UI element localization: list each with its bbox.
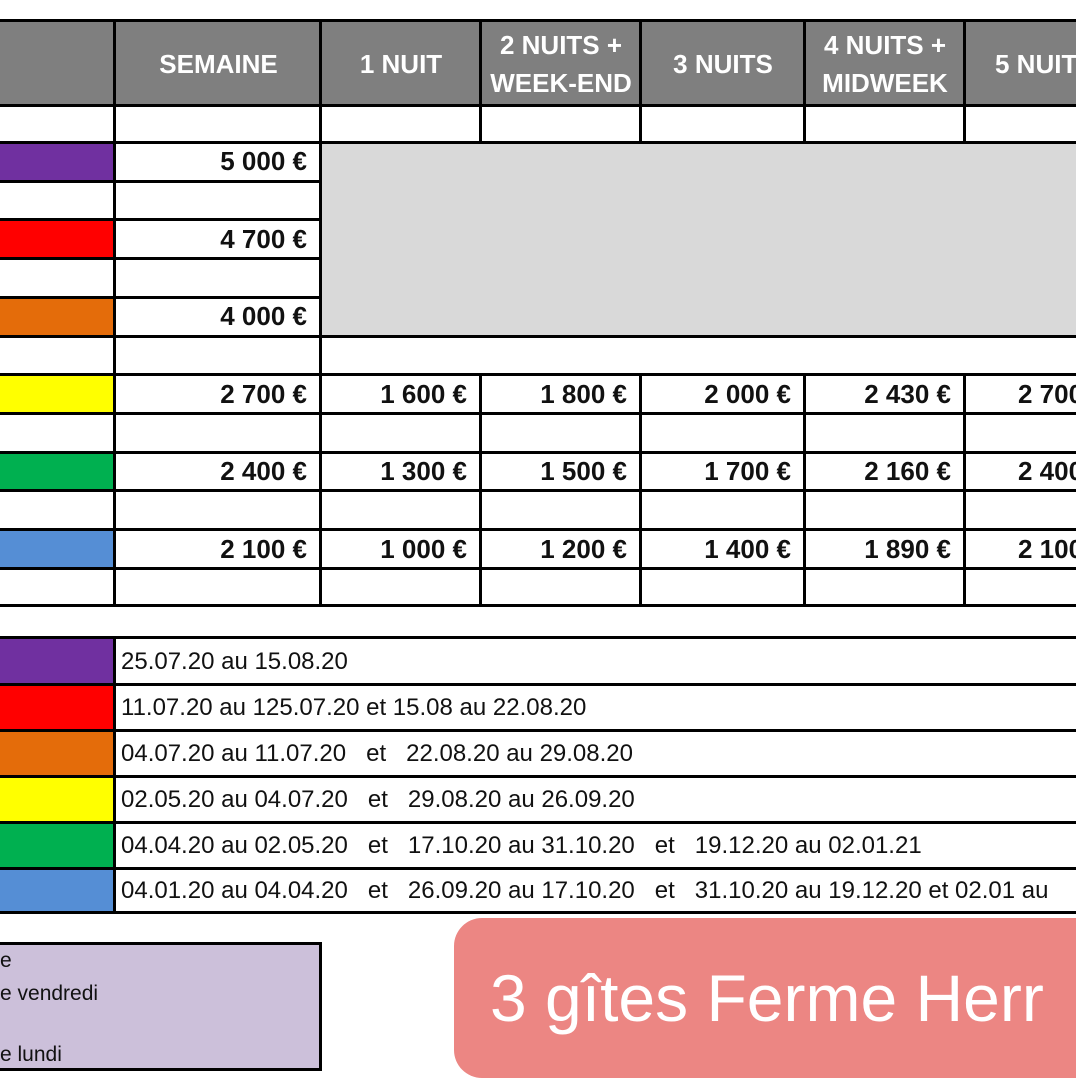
grid-line xyxy=(0,180,321,183)
price-blue-3-nuits: 1 400 € xyxy=(704,534,791,564)
price-yellow-semaine: 2 700 € xyxy=(220,379,307,409)
period-dates-green: 04.04.20 au 02.05.20 et 17.10.20 au 31.1… xyxy=(121,831,922,859)
grid-line xyxy=(0,775,1076,778)
grid-line xyxy=(803,373,806,607)
legend-line-3: e lundi xyxy=(0,1043,62,1066)
grid-line xyxy=(0,528,1076,531)
price-green-1-nuit: 1 300 € xyxy=(380,456,467,486)
banner-text: 3 gîtes Ferme Herr xyxy=(490,961,1044,1035)
grid-line xyxy=(0,911,1076,914)
grid-line xyxy=(803,19,806,143)
grid-line xyxy=(0,489,1076,492)
grid-line xyxy=(639,373,642,607)
grid-line xyxy=(963,19,966,143)
price-yellow-1-nuit: 1 600 € xyxy=(380,379,467,409)
price-yellow-3-nuits: 2 000 € xyxy=(704,379,791,409)
grid-line xyxy=(479,19,482,143)
period-dates-blue: 04.01.20 au 04.04.20 et 26.09.20 au 17.1… xyxy=(121,876,1049,904)
price-blue-4-nuits: 1 890 € xyxy=(864,534,951,564)
swatch-yellow xyxy=(0,375,116,414)
price-purple-semaine: 5 000 € xyxy=(220,146,307,176)
legend-box: e e vendredi e lundi xyxy=(0,942,322,1071)
header-2-nuits: 2 NUITS + WEEK-END xyxy=(481,22,641,105)
header-4-nuits: 4 NUITS + MIDWEEK xyxy=(805,22,965,105)
grid-line xyxy=(0,821,1076,824)
gites-title-banner: 3 gîtes Ferme Herr xyxy=(454,918,1076,1078)
header-5-nuits: 5 NUITS xyxy=(965,22,1076,105)
grid-line xyxy=(0,451,1076,454)
grid-line xyxy=(319,19,322,607)
swatch-orange xyxy=(0,297,116,336)
grid-line xyxy=(639,19,642,143)
grid-line xyxy=(0,335,1076,338)
grid-line xyxy=(0,141,1076,144)
grid-line xyxy=(0,729,1076,732)
price-red-semaine: 4 700 € xyxy=(220,224,307,254)
grid-line xyxy=(0,567,1076,570)
price-green-semaine: 2 400 € xyxy=(220,456,307,486)
period-swatch-yellow xyxy=(0,777,114,822)
period-dates-red: 11.07.20 au 125.07.20 et 15.08 au 22.08.… xyxy=(121,693,587,721)
price-yellow-5-nuits: 2 700 € xyxy=(1018,379,1076,409)
header-1-nuit: 1 NUIT xyxy=(321,22,481,105)
price-orange-semaine: 4 000 € xyxy=(220,301,307,331)
header-3-nuits: 3 NUITS xyxy=(641,22,805,105)
price-yellow-2-nuits: 1 800 € xyxy=(540,379,627,409)
grid-line xyxy=(0,867,1076,870)
grid-line xyxy=(479,373,482,607)
period-dates-purple: 25.07.20 au 15.08.20 xyxy=(121,647,348,675)
unavailable-shaded-area xyxy=(321,142,1076,336)
period-swatch-purple xyxy=(0,639,114,684)
period-dates-orange: 04.07.20 au 11.07.20 et 22.08.20 au 29.0… xyxy=(121,739,633,767)
header-semaine: SEMAINE xyxy=(116,22,321,105)
swatch-red xyxy=(0,220,116,259)
header-blank-cell xyxy=(0,22,116,105)
swatch-green xyxy=(0,452,116,491)
price-green-2-nuits: 1 500 € xyxy=(540,456,627,486)
period-swatch-blue xyxy=(0,869,114,912)
grid-line xyxy=(0,296,321,299)
price-green-5-nuits: 2 400 € xyxy=(1018,456,1076,486)
grid-line xyxy=(0,604,1076,607)
grid-line xyxy=(0,683,1076,686)
grid-line xyxy=(113,19,116,607)
period-swatch-green xyxy=(0,823,114,868)
grid-line xyxy=(0,257,321,260)
price-green-4-nuits: 2 160 € xyxy=(864,456,951,486)
legend-line-1: e xyxy=(0,949,12,972)
price-blue-semaine: 2 100 € xyxy=(220,534,307,564)
period-swatch-red xyxy=(0,685,114,730)
swatch-purple xyxy=(0,142,116,181)
price-blue-1-nuit: 1 000 € xyxy=(380,534,467,564)
grid-line xyxy=(0,104,1076,107)
period-dates-yellow: 02.05.20 au 04.07.20 et 29.08.20 au 26.0… xyxy=(121,785,635,813)
grid-line xyxy=(963,373,966,607)
price-blue-5-nuits: 2 100 € xyxy=(1018,534,1076,564)
price-yellow-4-nuits: 2 430 € xyxy=(864,379,951,409)
legend-line-2: e vendredi xyxy=(0,982,99,1005)
grid-line xyxy=(0,636,1076,639)
grid-line xyxy=(0,412,1076,415)
period-swatch-orange xyxy=(0,731,114,776)
grid-line xyxy=(0,373,1076,376)
price-green-3-nuits: 1 700 € xyxy=(704,456,791,486)
price-blue-2-nuits: 1 200 € xyxy=(540,534,627,564)
grid-line xyxy=(113,636,116,914)
swatch-blue xyxy=(0,530,116,569)
grid-line xyxy=(0,19,1076,22)
grid-line xyxy=(0,218,321,221)
